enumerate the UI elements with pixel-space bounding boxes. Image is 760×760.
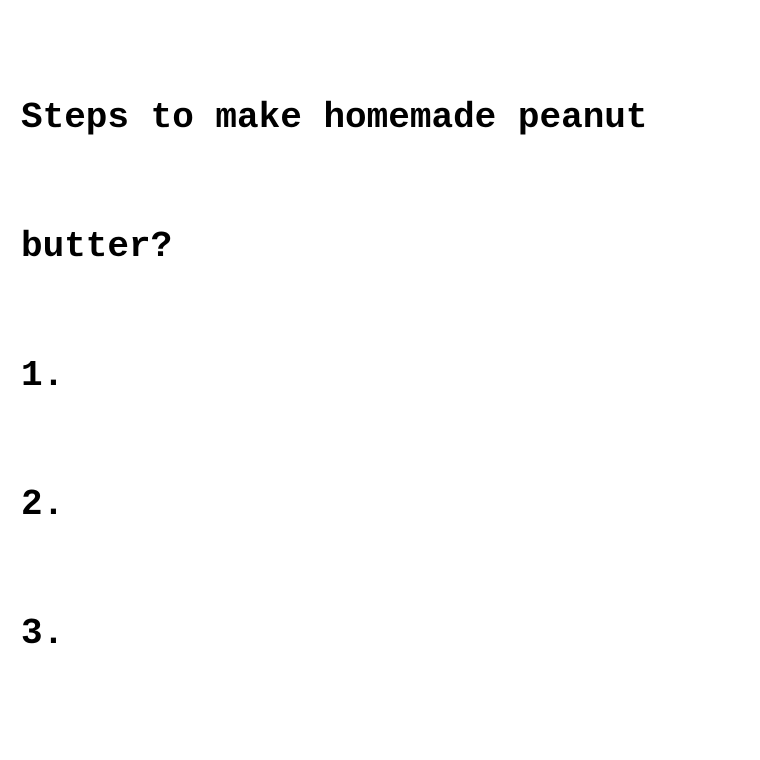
question-title-line-1: Steps to make homemade peanut [21,97,648,138]
step-item-1: 1. [21,355,65,396]
step-item-2: 2. [21,484,65,525]
question-title-line-2: butter? [21,226,173,267]
document-body: Steps to make homemade peanut butter? 1.… [21,10,751,698]
step-item-3: 3. [21,613,65,654]
